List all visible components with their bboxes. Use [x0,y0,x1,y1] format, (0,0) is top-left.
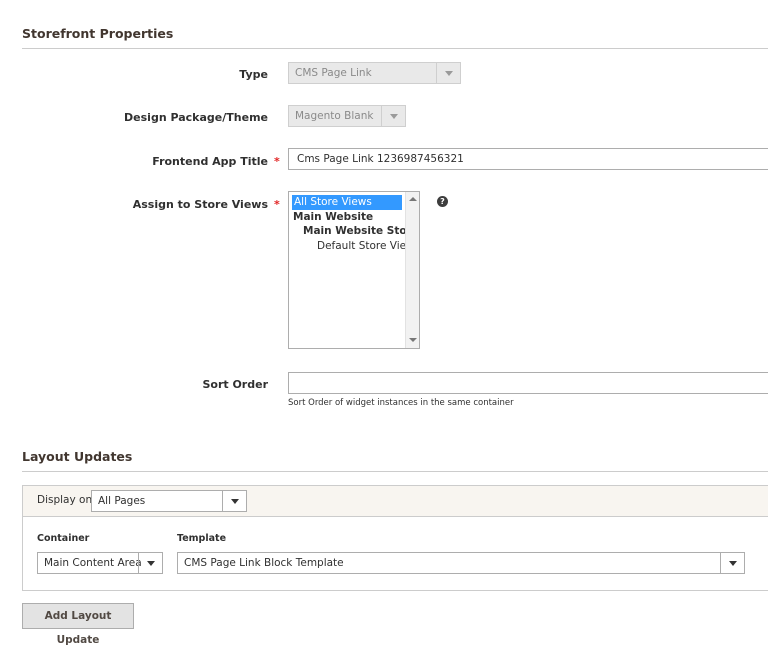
container-value: Main Content Area [44,557,142,569]
chevron-down-icon [720,553,744,573]
layout-updates-divider [22,471,768,472]
design-label: Design Package/Theme [124,111,268,124]
layout-updates-title: Layout Updates [22,449,133,464]
scroll-down-icon[interactable] [409,338,417,342]
store-view-option[interactable]: Main Website Store [292,224,419,239]
template-label: Template [177,533,227,544]
type-label: Type [239,68,268,81]
chevron-down-icon [222,491,246,511]
store-views-multiselect[interactable]: All Store Views Main Website Main Websit… [288,191,420,349]
listbox-scrollbar[interactable] [405,192,419,348]
type-select[interactable]: CMS Page Link [288,62,461,84]
store-view-option[interactable]: Main Website [292,210,402,225]
display-on-value: All Pages [98,495,146,507]
frontend-title-label: Frontend App Title [152,155,268,168]
frontend-title-value: Cms Page Link 1236987456321 [297,153,464,165]
required-mark: * [274,155,280,168]
storefront-divider [22,48,768,49]
container-select[interactable]: Main Content Area [37,552,163,574]
help-icon[interactable]: ? [437,196,448,207]
display-on-select[interactable]: All Pages [91,490,247,512]
sort-order-input[interactable] [288,372,768,394]
layout-update-panel: Display on All Pages Container Main Cont… [22,485,768,591]
design-select-value: Magento Blank [295,110,374,122]
store-views-label: Assign to Store Views [132,198,268,211]
store-view-option[interactable]: Default Store View [292,239,415,254]
chevron-down-icon [436,63,460,83]
template-select[interactable]: CMS Page Link Block Template [177,552,745,574]
required-mark: * [274,198,280,211]
display-on-label: Display on [37,494,93,506]
design-select[interactable]: Magento Blank [288,105,406,127]
add-layout-update-button[interactable]: Add Layout Update [22,603,134,646]
scroll-up-icon[interactable] [409,197,417,201]
type-select-value: CMS Page Link [295,67,372,79]
chevron-down-icon [138,553,162,573]
container-label: Container [37,533,90,544]
frontend-title-input[interactable]: Cms Page Link 1236987456321 [288,148,768,170]
chevron-down-icon [381,106,405,126]
storefront-section-title: Storefront Properties [22,26,174,41]
template-value: CMS Page Link Block Template [184,557,344,569]
sort-order-label: Sort Order [202,378,268,391]
sort-order-note: Sort Order of widget instances in the sa… [288,398,514,408]
store-view-option[interactable]: All Store Views [292,195,402,210]
layout-update-panel-header: Display on All Pages [23,486,768,517]
